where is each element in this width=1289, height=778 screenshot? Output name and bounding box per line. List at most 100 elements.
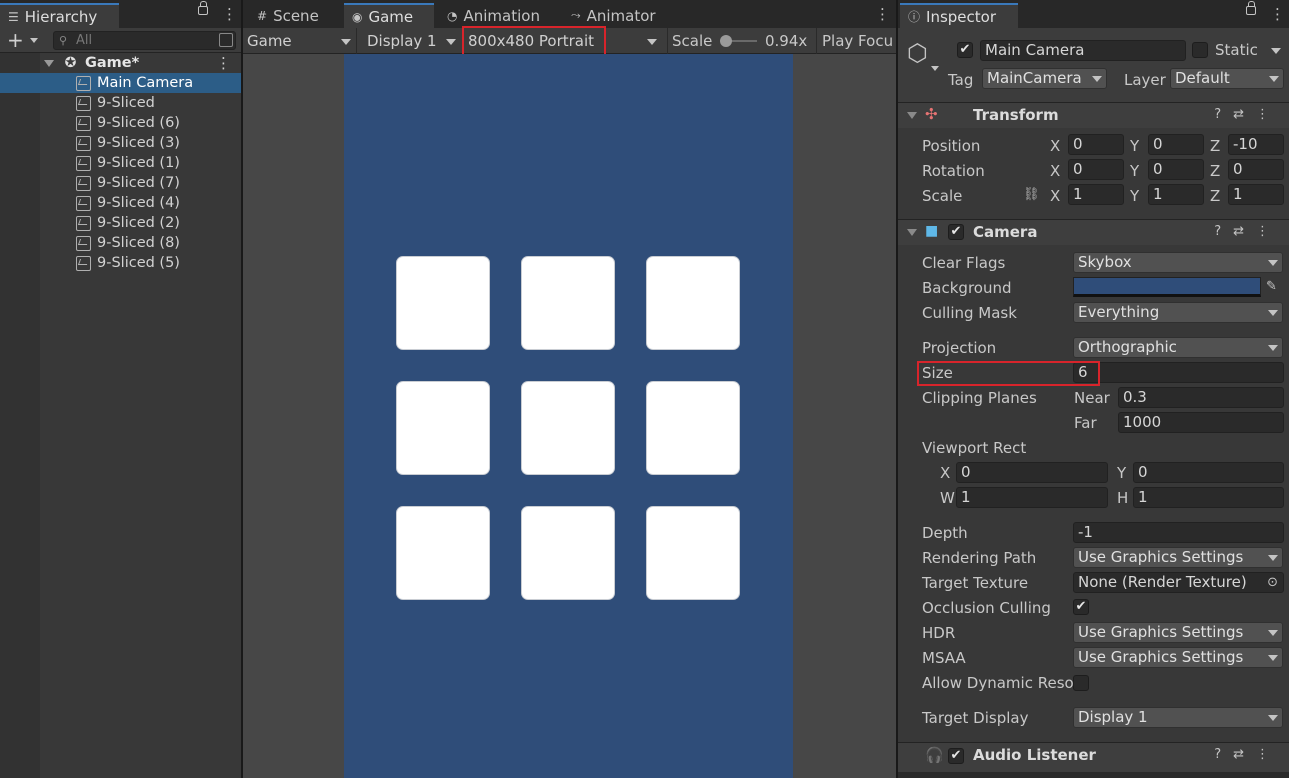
add-icon[interactable]: +	[7, 28, 24, 52]
audio-listener-header[interactable]: 🎧 ✔ Audio Listener ?⇄⋮	[898, 742, 1289, 772]
hdr-select[interactable]: Use Graphics Settings	[1073, 622, 1283, 643]
hierarchy-item[interactable]: 9-Sliced (5)	[0, 253, 241, 273]
hierarchy-item-label: Main Camera	[97, 75, 194, 91]
animator-icon: ⤳	[571, 8, 581, 22]
chevron-down-icon	[341, 39, 351, 45]
unity-scene-icon: ✪	[64, 55, 77, 71]
target-texture-field[interactable]: None (Render Texture) ⊙	[1073, 572, 1284, 593]
vp-y-field[interactable]: 0	[1133, 462, 1284, 483]
rotation-x-field[interactable]: 0	[1068, 159, 1124, 180]
display-select[interactable]: Display 1	[363, 31, 460, 51]
scene-menu-icon[interactable]: ⋮	[216, 53, 231, 73]
camera-header[interactable]: ■ ✔ Camera ?⇄⋮	[898, 219, 1289, 245]
rotation-x-label: X	[1050, 162, 1061, 180]
scale-value: 0.94x	[765, 32, 808, 50]
rotation-z-field[interactable]: 0	[1228, 159, 1284, 180]
occlusion-culling-checkbox[interactable]: ✔	[1073, 599, 1089, 615]
allow-dynamic-checkbox[interactable]	[1073, 675, 1089, 691]
culling-mask-select[interactable]: Everything	[1073, 302, 1283, 323]
tab-animation[interactable]: ◔ Animation	[439, 3, 559, 28]
expand-icon[interactable]	[44, 59, 54, 67]
play-focus-select[interactable]: Play Focu	[817, 28, 896, 54]
search-filter-icon[interactable]	[219, 33, 233, 47]
tab-animator[interactable]: ⤳ Animator	[563, 3, 673, 28]
component-header-icons[interactable]: ?⇄⋮	[1214, 747, 1281, 762]
vp-w-field[interactable]: 1	[956, 487, 1108, 508]
layer-select[interactable]: Default	[1170, 68, 1284, 89]
object-name-field[interactable]: Main Camera	[980, 40, 1186, 61]
sliced-sprite-tile	[646, 506, 740, 600]
camera-enabled-checkbox[interactable]: ✔	[948, 224, 964, 240]
hierarchy-item[interactable]: 9-Sliced (6)	[0, 113, 241, 133]
scale-y-field[interactable]: 1	[1148, 184, 1204, 205]
hierarchy-item-label: 9-Sliced (1)	[97, 155, 180, 171]
tab-inspector-label: Inspector	[926, 7, 996, 26]
inspector-menu-icon[interactable]: ⋮	[1270, 5, 1285, 23]
tag-select[interactable]: MainCamera	[982, 68, 1107, 89]
tab-inspector[interactable]: ⓘ Inspector	[900, 3, 1018, 28]
scale-x-field[interactable]: 1	[1068, 184, 1124, 205]
vp-x-field[interactable]: 0	[956, 462, 1108, 483]
hierarchy-item[interactable]: 9-Sliced (3)	[0, 133, 241, 153]
vp-h-field[interactable]: 1	[1133, 487, 1284, 508]
near-field[interactable]: 0.3	[1118, 387, 1284, 408]
depth-field[interactable]: -1	[1073, 522, 1284, 543]
background-color-field[interactable]	[1073, 277, 1261, 297]
scene-row[interactable]: ✪ Game* ⋮	[0, 53, 241, 73]
rotation-y-field[interactable]: 0	[1148, 159, 1204, 180]
component-header-icons[interactable]: ?⇄⋮	[1214, 107, 1281, 122]
far-label: Far	[1074, 414, 1097, 432]
msaa-select[interactable]: Use Graphics Settings	[1073, 647, 1283, 668]
object-picker-icon[interactable]: ⊙	[1267, 573, 1278, 592]
hierarchy-item[interactable]: 9-Sliced (4)	[0, 193, 241, 213]
hierarchy-item[interactable]: 9-Sliced (7)	[0, 173, 241, 193]
gameobject-icon[interactable]: ⬡	[907, 40, 933, 66]
component-header-icons[interactable]: ?⇄⋮	[1214, 224, 1281, 239]
game-menu-icon[interactable]: ⋮	[875, 5, 890, 23]
scale-z-field[interactable]: 1	[1228, 184, 1284, 205]
icon-dropdown-icon[interactable]	[931, 66, 939, 71]
link-scale-icon[interactable]: ⛓	[1023, 187, 1040, 202]
position-y-field[interactable]: 0	[1148, 134, 1204, 155]
static-checkbox[interactable]	[1192, 42, 1208, 58]
audio-listener-checkbox[interactable]: ✔	[948, 748, 964, 764]
hierarchy-menu-icon[interactable]: ⋮	[222, 5, 237, 23]
foldout-icon[interactable]	[907, 112, 917, 119]
sliced-sprite-tile	[646, 256, 740, 350]
gameobject-icon	[76, 175, 91, 191]
projection-label: Projection	[922, 339, 997, 357]
active-checkbox[interactable]: ✔	[957, 42, 973, 58]
hierarchy-search-input[interactable]: ⚲ All	[53, 31, 236, 50]
msaa-value: Use Graphics Settings	[1078, 648, 1244, 666]
hierarchy-item[interactable]: 9-Sliced (2)	[0, 213, 241, 233]
target-display-select[interactable]: Display 1	[1073, 707, 1283, 728]
transform-header[interactable]: ✣ Transform ?⇄⋮	[898, 102, 1289, 128]
scale-slider-handle[interactable]	[720, 35, 732, 47]
tab-scene[interactable]: # Scene	[249, 3, 341, 28]
foldout-icon[interactable]	[907, 229, 917, 236]
tab-hierarchy[interactable]: ☰ Hierarchy	[0, 3, 119, 28]
lock-icon[interactable]	[198, 1, 208, 15]
scale-label: Scale	[672, 32, 713, 50]
rendering-path-select[interactable]: Use Graphics Settings	[1073, 547, 1283, 568]
view-select[interactable]: Game	[243, 31, 355, 51]
hierarchy-item[interactable]: 9-Sliced (8)	[0, 233, 241, 253]
layer-label: Layer	[1124, 71, 1166, 89]
position-x-label: X	[1050, 137, 1061, 155]
clear-flags-select[interactable]: Skybox	[1073, 252, 1283, 273]
far-field[interactable]: 1000	[1118, 412, 1284, 433]
hierarchy-item[interactable]: 9-Sliced	[0, 93, 241, 113]
projection-select[interactable]: Orthographic	[1073, 337, 1283, 358]
tab-game[interactable]: ◉ Game	[344, 3, 434, 28]
position-z-field[interactable]: -10	[1228, 134, 1284, 155]
lock-icon[interactable]	[1246, 1, 1256, 15]
eyedropper-icon[interactable]: ✎	[1266, 279, 1277, 294]
hierarchy-item[interactable]: 9-Sliced (1)	[0, 153, 241, 173]
static-dropdown-icon[interactable]	[1271, 48, 1281, 54]
inspector-bottom-edge	[898, 772, 1289, 778]
sliced-sprite-tile	[396, 506, 490, 600]
hierarchy-item[interactable]: Main Camera	[0, 73, 241, 93]
size-field[interactable]: 6	[1073, 362, 1284, 383]
add-dropdown-icon[interactable]	[30, 38, 38, 43]
position-x-field[interactable]: 0	[1068, 134, 1124, 155]
